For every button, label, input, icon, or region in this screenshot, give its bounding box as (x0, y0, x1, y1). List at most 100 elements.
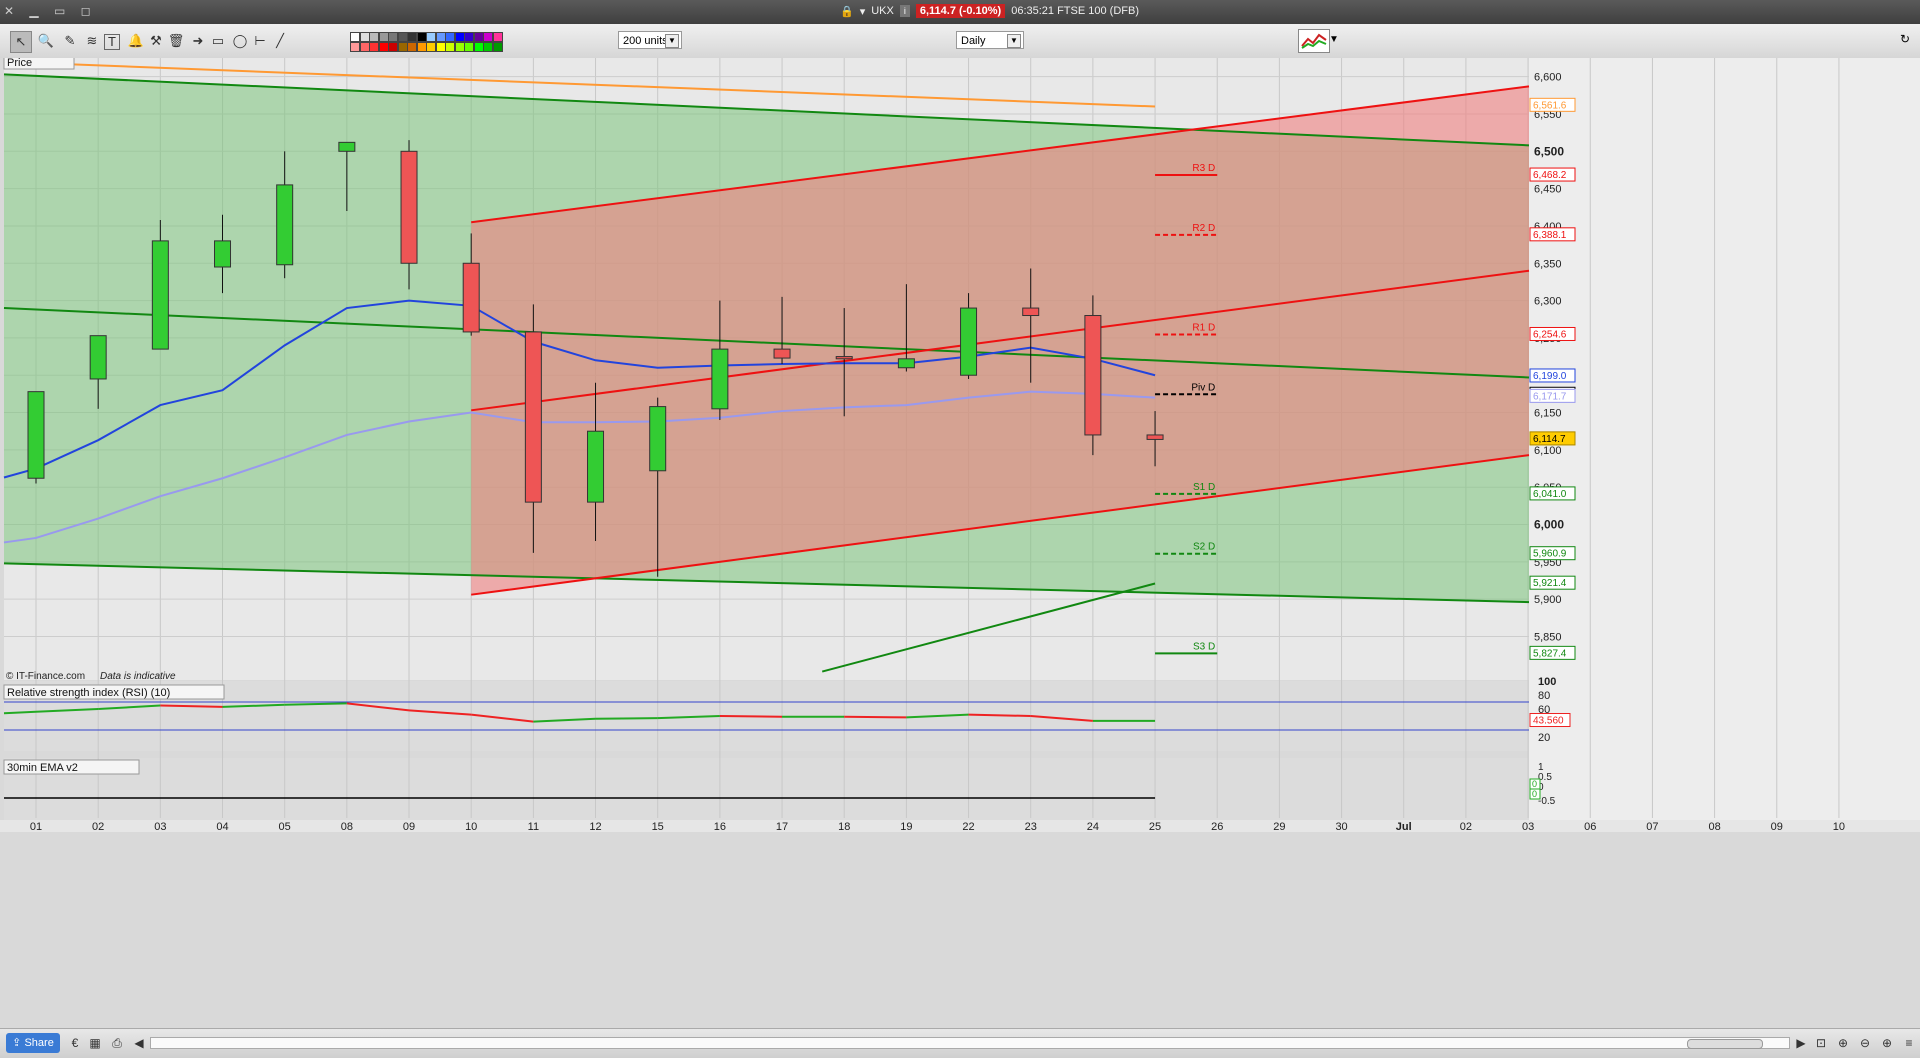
scroll-right-icon[interactable]: ▶ (1792, 1034, 1810, 1052)
window-controls[interactable]: ✕ ▁ ▭ ◻ (4, 4, 97, 18)
color-swatch[interactable] (483, 42, 493, 52)
color-swatch[interactable] (416, 32, 427, 42)
color-swatch[interactable] (435, 32, 446, 42)
candle-body (400, 150, 418, 264)
color-swatch[interactable] (388, 32, 398, 42)
candle-body (835, 356, 853, 360)
alert-icon[interactable]: 🔔 (126, 31, 146, 51)
price-panel-label: Price (7, 58, 32, 69)
info-icon[interactable]: i (899, 5, 910, 17)
candle-body (524, 331, 542, 503)
ellipse-icon[interactable]: ◯ (230, 31, 250, 51)
color-swatch[interactable] (464, 32, 474, 42)
ema-badge-text: 0 (1532, 789, 1537, 799)
currency-icon[interactable]: € (66, 1034, 84, 1052)
units-select[interactable]: 200 units ▼ (618, 31, 682, 49)
pivot-label: S2 D (1193, 542, 1215, 553)
price-axis-tick: 6,500 (1534, 144, 1564, 158)
x-axis-tick: 09 (403, 821, 415, 833)
chart-type-chevron-icon[interactable]: ▼ (1329, 34, 1339, 45)
fit-icon[interactable]: ⊡ (1812, 1034, 1830, 1052)
toolbar: ↖ 🔍 ✎ ≋ T 🔔 ⚒ 🗑 ➜ ▭ ◯ ⊢ ╱ 200 units ▼ Da… (0, 24, 1920, 59)
horizontal-scrollbar[interactable] (150, 1037, 1790, 1049)
print-icon[interactable]: ⎙ (108, 1034, 126, 1052)
candle-body (462, 262, 480, 333)
color-swatch[interactable] (492, 32, 503, 42)
pivot-label: Piv D (1191, 382, 1215, 393)
color-swatch[interactable] (416, 42, 427, 52)
dropdown-icon[interactable]: ▾ (860, 5, 866, 18)
current-price-text: 6,114.7 (1533, 434, 1566, 445)
color-swatch[interactable] (426, 42, 436, 52)
color-swatch[interactable] (492, 42, 503, 52)
color-swatch[interactable] (359, 32, 370, 42)
color-swatch[interactable] (473, 42, 484, 52)
price-axis-tick: 6,600 (1534, 72, 1562, 84)
candle-body (587, 430, 605, 503)
color-swatch[interactable] (454, 32, 465, 42)
draw-icon[interactable]: ⚒ (146, 31, 166, 51)
rsi-line-segment (844, 715, 907, 719)
chevron-down-icon[interactable]: ▼ (665, 34, 679, 48)
horizontal-line-icon[interactable]: ⊢ (250, 31, 270, 51)
color-swatch[interactable] (483, 32, 493, 42)
rsi-value-text: 43.560 (1533, 716, 1564, 727)
color-swatch[interactable] (454, 42, 465, 52)
color-swatch[interactable] (426, 32, 436, 42)
menu-icon[interactable]: ≡ (1900, 1034, 1918, 1052)
trash-icon[interactable]: 🗑 (166, 31, 186, 51)
color-swatch[interactable] (445, 32, 455, 42)
color-swatch[interactable] (407, 42, 417, 52)
scroll-left-icon[interactable]: ◀ (130, 1034, 148, 1052)
color-swatch[interactable] (445, 42, 455, 52)
color-swatch[interactable] (350, 42, 360, 52)
arrow-icon[interactable]: ➜ (188, 31, 208, 51)
zoom-area-icon[interactable]: ⊕ (1834, 1034, 1852, 1052)
zoom-out-icon[interactable]: ⊖ (1856, 1034, 1874, 1052)
table-icon[interactable]: ▦ (86, 1034, 104, 1052)
color-swatch[interactable] (359, 42, 370, 52)
color-swatch[interactable] (350, 32, 360, 42)
color-swatch[interactable] (378, 32, 389, 42)
ema-axis-tick: -0.5 (1538, 796, 1556, 807)
color-swatch[interactable] (378, 42, 389, 52)
color-palette[interactable] (350, 30, 503, 52)
chart-area[interactable]: R3 D R2 D R1 D Piv D S1 D S2 D S3 D 5,850 5,900 5… (0, 54, 1920, 1033)
pivot-label: R3 D (1192, 163, 1215, 174)
trendline-icon[interactable]: ╱ (270, 31, 290, 51)
x-axis-tick: 01 (30, 821, 42, 833)
x-axis-tick: 26 (1211, 821, 1223, 833)
rectangle-icon[interactable]: ▭ (208, 31, 228, 51)
chart-canvas[interactable]: R3 D R2 D R1 D Piv D S1 D S2 D S3 D 5,850 5,900 5… (0, 54, 1920, 1033)
scrollbar-thumb[interactable] (1687, 1039, 1763, 1049)
color-swatch[interactable] (388, 42, 398, 52)
candle-body (214, 240, 232, 268)
price-axis-tick: 6,150 (1534, 408, 1562, 420)
color-swatch[interactable] (369, 42, 379, 52)
color-swatch[interactable] (369, 32, 379, 42)
color-swatch[interactable] (397, 42, 408, 52)
price-badge: 6,114.7 (-0.10%) (915, 4, 1006, 18)
chart-type-icon[interactable] (1298, 29, 1330, 53)
color-swatch[interactable] (464, 42, 474, 52)
color-swatch[interactable] (407, 32, 417, 42)
color-swatch[interactable] (397, 32, 408, 42)
chart-type-glyph (1301, 33, 1327, 49)
indicator-icon[interactable]: ✎ (60, 31, 80, 51)
chevron-down-icon[interactable]: ▼ (1007, 34, 1021, 48)
pointer-icon[interactable]: ↖ (10, 31, 32, 53)
color-swatch[interactable] (435, 42, 446, 52)
color-swatch[interactable] (473, 32, 484, 42)
refresh-icon[interactable]: ↻ (1900, 32, 1910, 46)
share-icon: ⇪ (12, 1037, 25, 1049)
zoom-in-icon[interactable]: ⊕ (1878, 1034, 1896, 1052)
zoom-icon[interactable]: 🔍 (36, 31, 56, 51)
period-select[interactable]: Daily ▼ (956, 31, 1024, 49)
share-button[interactable]: ⇪ Share (6, 1033, 60, 1053)
rsi-line-segment (968, 713, 1031, 717)
fibonacci-icon[interactable]: ≋ (82, 31, 102, 51)
x-axis-tick: 02 (1460, 821, 1472, 833)
text-icon[interactable]: T (104, 34, 120, 50)
rsi-line-segment (595, 717, 658, 720)
x-axis-tick: 16 (714, 821, 726, 833)
